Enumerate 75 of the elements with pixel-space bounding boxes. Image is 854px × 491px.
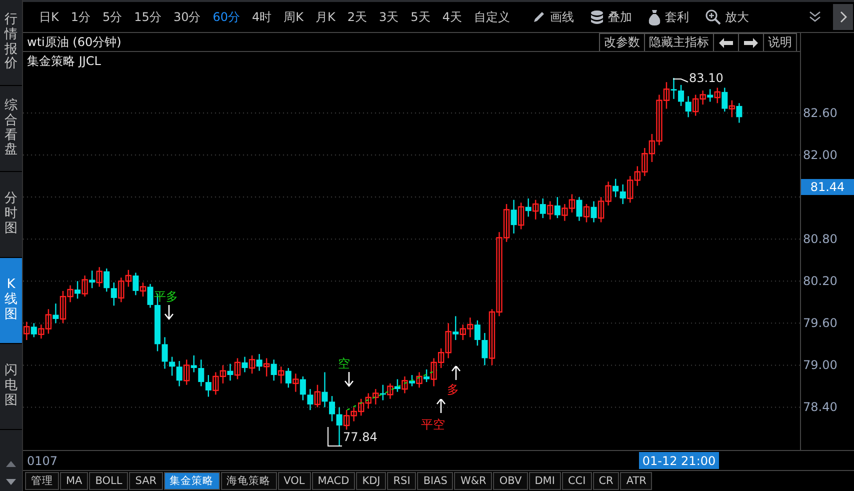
period-tab[interactable]: 3天 (373, 8, 405, 26)
period-tab[interactable]: 5分 (96, 8, 128, 26)
database-icon (590, 10, 604, 24)
indicator-tab[interactable]: 集金策略 (164, 472, 220, 490)
period-tab[interactable]: 周K (278, 8, 310, 26)
chart-button[interactable]: 隐藏主指标 (644, 33, 714, 51)
indicator-tab[interactable]: OBV (493, 472, 528, 490)
period-tab[interactable]: 30分 (167, 8, 207, 26)
chart-button[interactable]: 改参数 (599, 33, 645, 51)
indicator-tab[interactable]: RSI (387, 472, 416, 490)
price-axis-label: 80.20 (803, 273, 838, 290)
price-axis-label: 82.00 (803, 147, 838, 163)
indicator-tab[interactable]: KDJ (356, 472, 386, 490)
double-chevron-icon[interactable] (809, 11, 821, 23)
money-bag-icon (648, 8, 661, 26)
period-tab[interactable]: 5天 (404, 8, 436, 26)
right-arrow-icon (744, 38, 758, 48)
chevron-right-icon (840, 11, 846, 23)
period-tab[interactable]: 60分 (206, 8, 246, 26)
signal-label: 平空 (421, 416, 445, 434)
period-tab[interactable]: 自定义 (468, 8, 516, 26)
indicator-tab[interactable]: CR (592, 472, 620, 490)
price-axis-label: 78.40 (803, 399, 838, 416)
signal-label: 多 (447, 382, 459, 398)
period-tab[interactable]: 1分 (64, 8, 97, 26)
high-leader-line (672, 78, 688, 82)
price-axis-label: 80.80 (803, 231, 838, 248)
date-label: 0107 (26, 454, 58, 468)
side-tab[interactable]: K线图 (0, 258, 22, 344)
cursor-time-badge: 01-12 21:00 (639, 452, 719, 469)
tool-label[interactable]: 套利 (664, 8, 689, 26)
scroll-down-icon[interactable] (6, 479, 16, 485)
low-price-label: 77.84 (343, 430, 378, 444)
indicator-tab[interactable]: DMI (528, 472, 561, 490)
next-button[interactable] (833, 4, 853, 30)
indicator-tab[interactable]: VOL (278, 472, 311, 490)
tool-label[interactable]: 叠加 (608, 8, 632, 26)
low-leader-line (328, 426, 342, 446)
indicator-tab[interactable]: BOLL (89, 472, 128, 490)
scroll-up-icon[interactable] (6, 461, 16, 467)
period-tab[interactable]: 月K (310, 8, 342, 26)
tool-label[interactable]: 画线 (550, 8, 574, 26)
indicator-tab[interactable]: BIAS (417, 472, 454, 490)
indicator-tab[interactable]: SAR (129, 472, 163, 490)
strategy-label: 集金策略 JJCL (27, 53, 101, 70)
chart-title: wti原油 (60分钟) (26, 34, 122, 50)
left-arrow-icon (719, 38, 733, 48)
indicator-tab[interactable]: 管理 (25, 472, 59, 490)
period-tab[interactable]: 日K (33, 8, 65, 26)
indicator-tab[interactable]: ATR (620, 472, 652, 490)
current-price-badge: 81.44 (801, 179, 854, 195)
tool-label[interactable]: 放大 (724, 8, 749, 26)
period-tab[interactable]: 4天 (436, 8, 468, 26)
indicator-tab[interactable]: W&R (454, 472, 492, 490)
high-price-label: 83.10 (689, 71, 724, 85)
indicator-tab[interactable]: 海龟策略 (220, 472, 277, 490)
signal-label: 空 (338, 356, 350, 372)
down-arrow-icon (344, 372, 354, 387)
period-tab[interactable]: 15分 (128, 8, 168, 26)
zoom-in-icon (704, 9, 721, 25)
up-arrow-icon (436, 399, 446, 414)
up-arrow-icon (451, 366, 461, 381)
pencil-icon (532, 10, 546, 24)
price-axis-label: 79.00 (803, 357, 838, 374)
period-tab[interactable]: 2天 (341, 8, 374, 26)
price-axis-label: 79.60 (803, 315, 838, 332)
chart-button[interactable]: 说明 (763, 33, 797, 51)
down-arrow-icon (164, 305, 174, 320)
indicator-tab[interactable]: MA (60, 472, 88, 490)
next-button[interactable] (738, 33, 764, 51)
previous-button[interactable] (713, 33, 739, 51)
indicator-tab[interactable]: CCI (562, 472, 592, 490)
price-axis-label: 82.60 (803, 104, 838, 121)
indicator-tab[interactable]: MACD (312, 472, 356, 490)
period-tab[interactable]: 4时 (246, 8, 278, 26)
